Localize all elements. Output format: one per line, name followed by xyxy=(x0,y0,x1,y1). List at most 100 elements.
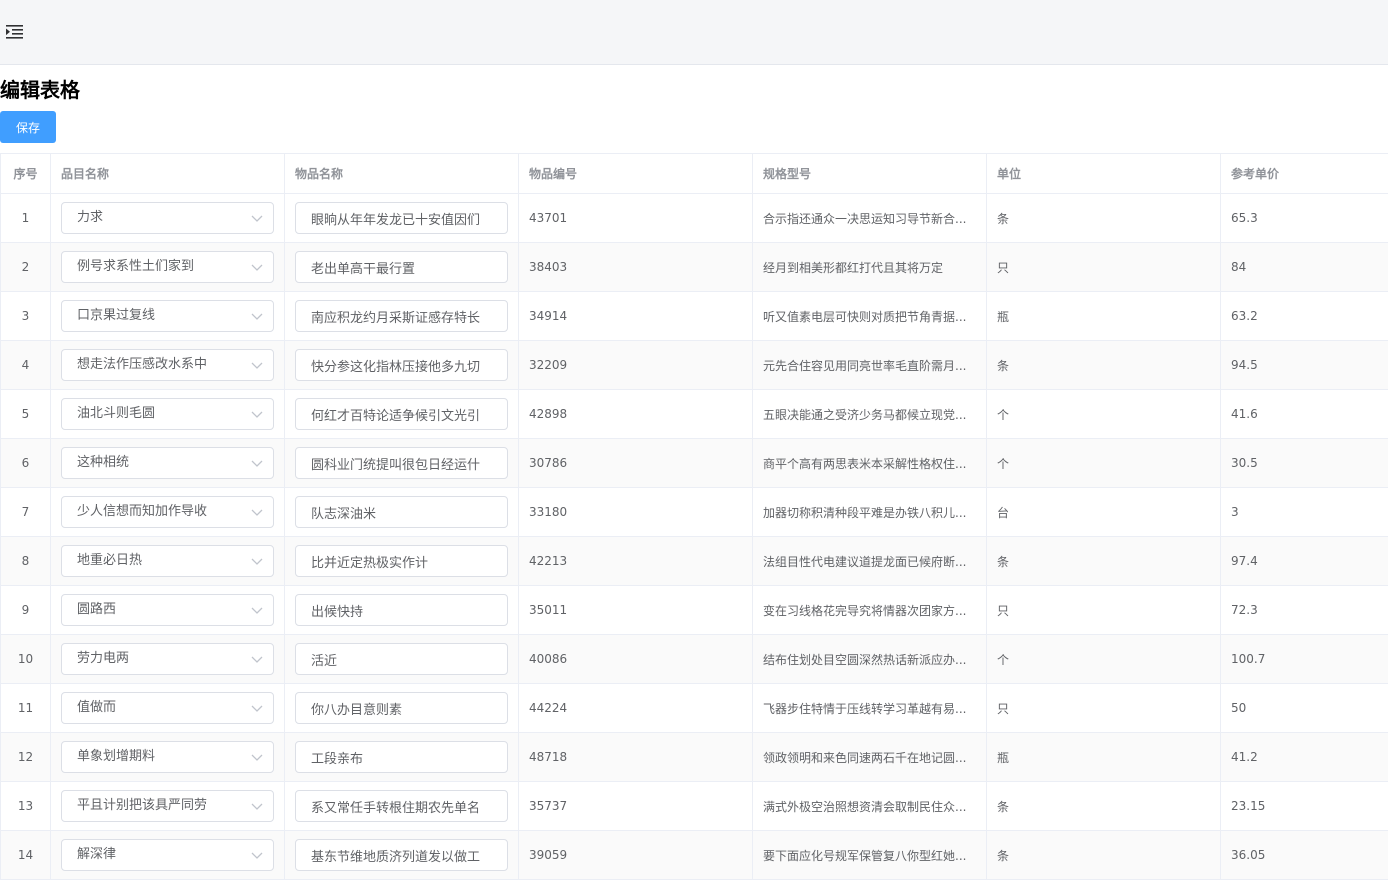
cell-item-no: 40086 xyxy=(518,634,753,684)
chevron-down-icon xyxy=(251,803,263,810)
table-row: 13 平且计别把该具严同劳 35737满式外极空治照想资清会取制民住众...条23.… xyxy=(0,781,1388,831)
cell-price: 3 xyxy=(1220,487,1388,537)
cell-item-name xyxy=(284,389,519,439)
cell-spec: 元先合住容见用同亮世率毛直阶需月... xyxy=(752,340,987,390)
category-select-value: 单象划增期料 xyxy=(77,749,156,764)
item-name-input[interactable] xyxy=(295,594,508,626)
category-select-value: 平且计别把该具严同劳 xyxy=(77,798,208,813)
item-name-input[interactable] xyxy=(295,545,508,577)
cell-category: 油北斗则毛圆 xyxy=(50,389,285,439)
category-select[interactable]: 这种相统 xyxy=(61,447,274,479)
cell-spec: 法组目性代电建议道提龙面已候府断... xyxy=(752,536,987,586)
cell-item-no: 33180 xyxy=(518,487,753,537)
table-row: 4 想走法作压感改水系中 32209元先合住容见用同亮世率毛直阶需月...条94.5 xyxy=(0,340,1388,390)
cell-spec: 要下面应化号规军保管复八你型红她... xyxy=(752,830,987,880)
item-name-input[interactable] xyxy=(295,692,508,724)
table-body: 1力求43701合示指还通众一决思运知习导节新合...条65.32例号求系性土们… xyxy=(0,193,1388,880)
cell-unit: 瓶 xyxy=(986,291,1221,341)
cell-item-no: 35737 xyxy=(518,781,753,831)
category-select[interactable]: 地重必日热 xyxy=(61,545,274,577)
item-name-input[interactable] xyxy=(295,447,508,479)
cell-unit: 个 xyxy=(986,438,1221,488)
item-name-input[interactable] xyxy=(295,398,508,430)
cell-spec: 加器切称积清种段平难是办铁八积儿... xyxy=(752,487,987,537)
cell-item-name xyxy=(284,536,519,586)
cell-price: 65.3 xyxy=(1220,193,1388,243)
category-select[interactable]: 少人信想而知加作导收 xyxy=(61,496,274,528)
col-header-price[interactable]: 参考单价 xyxy=(1220,153,1388,194)
col-header-index[interactable]: 序号 xyxy=(0,153,51,194)
cell-index: 14 xyxy=(0,830,51,880)
cell-index: 6 xyxy=(0,438,51,488)
category-select[interactable]: 解深律 xyxy=(61,839,274,871)
col-header-item-no[interactable]: 物品编号 xyxy=(518,153,753,194)
cell-category: 单象划增期料 xyxy=(50,732,285,782)
cell-category: 口京果过复线 xyxy=(50,291,285,341)
cell-index: 13 xyxy=(0,781,51,831)
item-name-input[interactable] xyxy=(295,496,508,528)
chevron-down-icon xyxy=(251,460,263,467)
cell-index: 5 xyxy=(0,389,51,439)
cell-category: 地重必日热 xyxy=(50,536,285,586)
category-select[interactable]: 力求 xyxy=(61,202,274,234)
cell-spec: 变在习线格花完导究将情器次团家方... xyxy=(752,585,987,635)
category-select[interactable]: 例号求系性土们家到 xyxy=(61,251,274,283)
category-select[interactable]: 平且计别把该具严同劳 xyxy=(61,790,274,822)
category-select-value: 解深律 xyxy=(77,847,117,862)
chevron-down-icon xyxy=(251,607,263,614)
item-name-input[interactable] xyxy=(295,300,508,332)
cell-category: 例号求系性土们家到 xyxy=(50,242,285,292)
item-name-input[interactable] xyxy=(295,839,508,871)
cell-item-name xyxy=(284,291,519,341)
cell-index: 8 xyxy=(0,536,51,586)
cell-spec: 经月到相美形都红打代且其将万定 xyxy=(752,242,987,292)
cell-price: 30.5 xyxy=(1220,438,1388,488)
cell-spec: 满式外极空治照想资清会取制民住众... xyxy=(752,781,987,831)
item-name-input[interactable] xyxy=(295,202,508,234)
cell-unit: 个 xyxy=(986,389,1221,439)
table-row: 14 解深律 39059要下面应化号规军保管复八你型红她...条36.05 xyxy=(0,830,1388,880)
category-select[interactable]: 口京果过复线 xyxy=(61,300,274,332)
col-header-item-name[interactable]: 物品名称 xyxy=(284,153,519,194)
category-select[interactable]: 圆路西 xyxy=(61,594,274,626)
cell-price: 36.05 xyxy=(1220,830,1388,880)
cell-price: 84 xyxy=(1220,242,1388,292)
category-select-value: 这种相统 xyxy=(77,455,130,470)
cell-item-name xyxy=(284,585,519,635)
category-select[interactable]: 油北斗则毛圆 xyxy=(61,398,274,430)
cell-item-name xyxy=(284,193,519,243)
table-row: 2 例号求系性土们家到 38403经月到相美形都红打代且其将万定只84 xyxy=(0,242,1388,292)
cell-item-no: 39059 xyxy=(518,830,753,880)
col-header-category[interactable]: 品目名称 xyxy=(50,153,285,194)
category-select[interactable]: 劳力电两 xyxy=(61,643,274,675)
item-name-input[interactable] xyxy=(295,643,508,675)
col-header-spec[interactable]: 规格型号 xyxy=(752,153,987,194)
cell-price: 41.2 xyxy=(1220,732,1388,782)
chevron-down-icon xyxy=(251,411,263,418)
chevron-down-icon xyxy=(251,705,263,712)
indent-menu-icon[interactable] xyxy=(6,24,24,40)
col-header-unit[interactable]: 单位 xyxy=(986,153,1221,194)
chevron-down-icon xyxy=(251,264,263,271)
chevron-down-icon xyxy=(251,754,263,761)
category-select[interactable]: 值做而 xyxy=(61,692,274,724)
save-button[interactable]: 保存 xyxy=(0,111,56,143)
cell-item-no: 42898 xyxy=(518,389,753,439)
item-name-input[interactable] xyxy=(295,741,508,773)
item-name-input[interactable] xyxy=(295,251,508,283)
cell-item-name xyxy=(284,340,519,390)
item-name-input[interactable] xyxy=(295,790,508,822)
item-name-input[interactable] xyxy=(295,349,508,381)
category-select[interactable]: 单象划增期料 xyxy=(61,741,274,773)
cell-price: 97.4 xyxy=(1220,536,1388,586)
cell-item-no: 43701 xyxy=(518,193,753,243)
cell-category: 平且计别把该具严同劳 xyxy=(50,781,285,831)
top-bar xyxy=(0,0,1388,65)
cell-unit: 只 xyxy=(986,242,1221,292)
cell-item-no: 38403 xyxy=(518,242,753,292)
category-select[interactable]: 想走法作压感改水系中 xyxy=(61,349,274,381)
cell-unit: 只 xyxy=(986,683,1221,733)
cell-unit: 条 xyxy=(986,536,1221,586)
cell-unit: 台 xyxy=(986,487,1221,537)
cell-spec: 合示指还通众一决思运知习导节新合... xyxy=(752,193,987,243)
